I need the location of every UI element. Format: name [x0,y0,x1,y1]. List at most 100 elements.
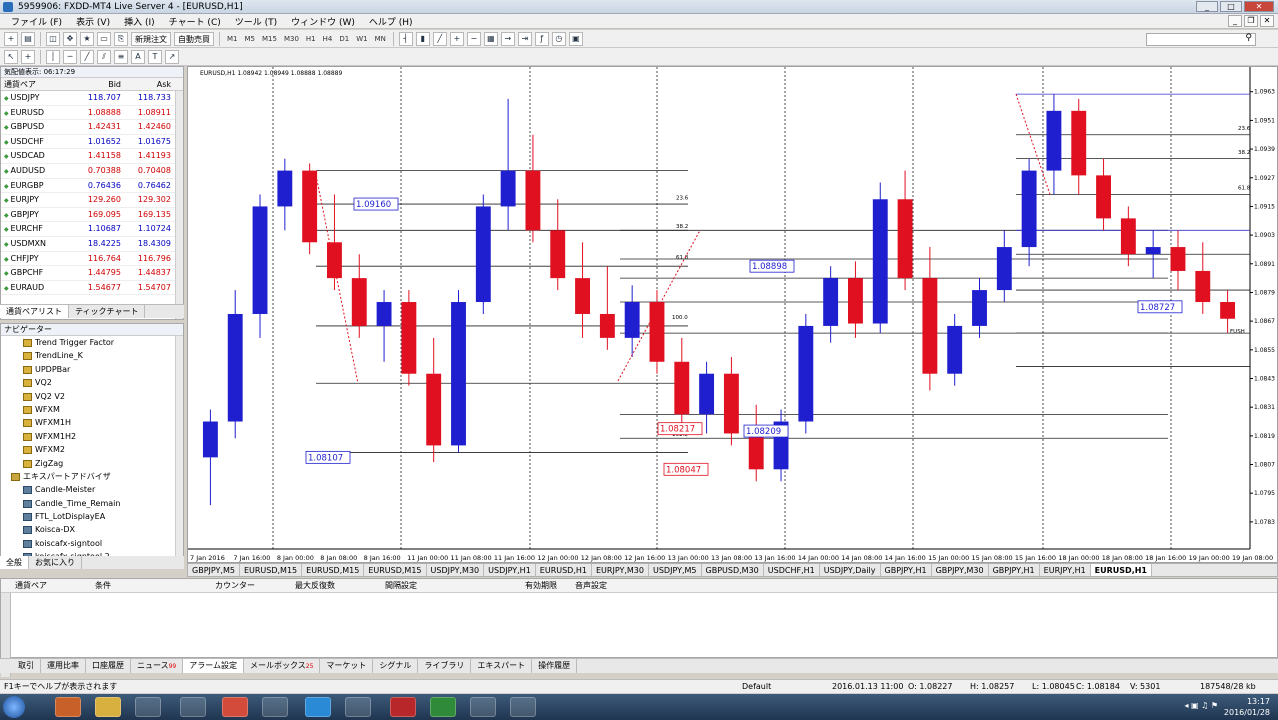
market-watch-row[interactable]: USDMXN 18.4225 18.4309 [1,237,183,252]
vertical-line-icon[interactable]: │ [46,49,60,64]
taskbar-app6-icon[interactable] [510,697,536,717]
chart-tab[interactable]: EURUSD,H1 [536,564,592,576]
tf-m15-button[interactable]: M15 [260,35,279,43]
col-condition[interactable]: 条件 [81,579,201,592]
market-watch-row[interactable]: EURCHF 1.10687 1.10724 [1,222,183,237]
indicators-icon[interactable]: ƒ [534,31,549,46]
new-order-button[interactable]: 新規注文 [131,31,171,46]
new-chart-icon[interactable]: + [4,31,18,46]
taskbar-app3-icon[interactable] [262,697,288,717]
minimize-button[interactable]: _ [1196,1,1218,12]
auto-trading-button[interactable]: 自動売買 [174,31,214,46]
terminal-tab[interactable]: 口座履歴 [86,659,131,673]
chart-tab[interactable]: GBPUSD,M30 [702,564,764,576]
market-watch-row[interactable]: GBPCHF 1.44795 1.44837 [1,266,183,281]
search-input[interactable] [1146,33,1256,46]
navigator-expert-item[interactable]: FTL_LotDisplayEA [1,510,183,523]
fibonacci-icon[interactable]: ≡ [114,49,128,64]
taskbar-explorer-icon[interactable] [95,697,121,717]
tf-m30-button[interactable]: M30 [282,35,301,43]
navigator-expert-item[interactable]: Candle-Meister [1,483,183,496]
navigator-ea-group[interactable]: エキスパートアドバイザ [1,470,183,483]
chart-tab[interactable]: EURUSD,M15 [364,564,427,576]
taskbar-chrome-icon[interactable] [222,697,248,717]
periods-icon[interactable]: ◷ [551,31,566,46]
menu-window[interactable]: ウィンドウ (W) [284,15,362,28]
chart-tab[interactable]: EURJPY,M30 [592,564,649,576]
chart-tab[interactable]: GBPJPY,H1 [989,564,1040,576]
mdi-minimize-button[interactable]: _ [1228,15,1242,27]
col-term-symbol[interactable]: 通貨ペア [1,579,81,592]
market-watch-row[interactable]: GBPJPY 169.095 169.135 [1,208,183,223]
chart-tab[interactable]: USDJPY,H1 [484,564,536,576]
tab-favorites[interactable]: お気に入り [29,556,82,569]
taskbar-firefox-icon[interactable] [55,697,81,717]
navigator-expert-item[interactable]: koiscafx-signtool [1,537,183,550]
col-interval[interactable]: 間隔設定 [371,579,511,592]
close-button[interactable]: ✕ [1244,1,1274,12]
market-watch-row[interactable]: AUDUSD 0.70388 0.70408 [1,164,183,179]
candlestick-icon[interactable]: ▮ [415,31,430,46]
terminal-tab[interactable]: ニュース99 [131,659,184,673]
navigator-indicator-item[interactable]: WFXM1H [1,416,183,429]
terminal-tab[interactable]: 操作履歴 [532,659,578,673]
market-watch-row[interactable]: USDCAD 1.41158 1.41193 [1,149,183,164]
navigator-indicator-item[interactable]: Trend Trigger Factor [1,336,183,349]
data-window-icon[interactable]: ✥ [63,31,77,46]
terminal-tab[interactable]: マーケット [320,659,374,673]
navigator-expert-item[interactable]: Koisca-DX [1,523,183,536]
trendline-icon[interactable]: ╱ [80,49,94,64]
tile-windows-icon[interactable]: ▦ [483,31,498,46]
tf-m5-button[interactable]: M5 [243,35,258,43]
market-watch-row[interactable]: GBPUSD 1.42431 1.42460 [1,120,183,135]
cursor-icon[interactable]: ↖ [4,49,18,64]
terminal-tab[interactable]: エキスパート [471,659,533,673]
chart-tab[interactable]: GBPJPY,M5 [188,564,240,576]
col-expiry[interactable]: 有効期限 [511,579,561,592]
terminal-tab[interactable]: ライブラリ [418,659,472,673]
menu-insert[interactable]: 挿入 (I) [117,15,162,28]
taskbar-mt4-icon[interactable] [390,697,416,717]
maximize-button[interactable]: □ [1220,1,1242,12]
navigator-expert-item[interactable]: Candle_Time_Remain [1,497,183,510]
chart-tab[interactable]: USDJPY,M30 [427,564,485,576]
channel-icon[interactable]: ⫽ [97,49,111,64]
col-sound[interactable]: 音声設定 [561,579,621,592]
chart-shift-icon[interactable]: ⇥ [517,31,532,46]
market-watch-icon[interactable]: ◫ [46,31,60,46]
tf-mn-button[interactable]: MN [373,35,388,43]
navigator-indicator-item[interactable]: WFXM [1,403,183,416]
tf-m1-button[interactable]: M1 [225,35,240,43]
terminal-tab[interactable]: メールボックス25 [244,659,321,673]
tab-symbols[interactable]: 通貨ペアリスト [0,305,69,318]
navigator-indicator-item[interactable]: UPDPBar [1,363,183,376]
chart-tab[interactable]: GBPJPY,H1 [881,564,932,576]
chart-tab[interactable]: EURUSD,M15 [302,564,365,576]
taskbar-app-icon[interactable] [135,697,161,717]
label-icon[interactable]: T [148,49,162,64]
chart-tab[interactable]: USDJPY,Daily [820,564,881,576]
arrows-icon[interactable]: ↗ [165,49,179,64]
terminal-tab[interactable]: シグナル [373,659,419,673]
chart-tab[interactable]: EURUSD,H1 [1090,564,1152,576]
mdi-restore-button[interactable]: ❐ [1244,15,1258,27]
chart-tab[interactable]: EURJPY,H1 [1040,564,1091,576]
col-max-repeat[interactable]: 最大反復数 [281,579,371,592]
profiles-icon[interactable]: ▤ [21,31,35,46]
terminal-tab[interactable]: 取引 [12,659,41,673]
col-counter[interactable]: カウンター [201,579,281,592]
templates-icon[interactable]: ▣ [568,31,583,46]
taskbar-excel-icon[interactable] [430,697,456,717]
terminal-tab[interactable]: アラーム設定 [183,659,245,673]
zoom-out-icon[interactable]: − [466,31,481,46]
mdi-close-button[interactable]: ✕ [1260,15,1274,27]
menu-view[interactable]: 表示 (V) [69,15,117,28]
menu-tools[interactable]: ツール (T) [228,15,284,28]
taskbar-app2-icon[interactable] [180,697,206,717]
tf-h4-button[interactable]: H4 [321,35,335,43]
market-watch-row[interactable]: CHFJPY 116.764 116.796 [1,252,183,267]
taskbar-app5-icon[interactable] [470,697,496,717]
bar-chart-icon[interactable]: ┤ [398,31,413,46]
col-bid[interactable]: Bid [71,78,121,90]
market-watch-row[interactable]: EURGBP 0.76436 0.76462 [1,179,183,194]
